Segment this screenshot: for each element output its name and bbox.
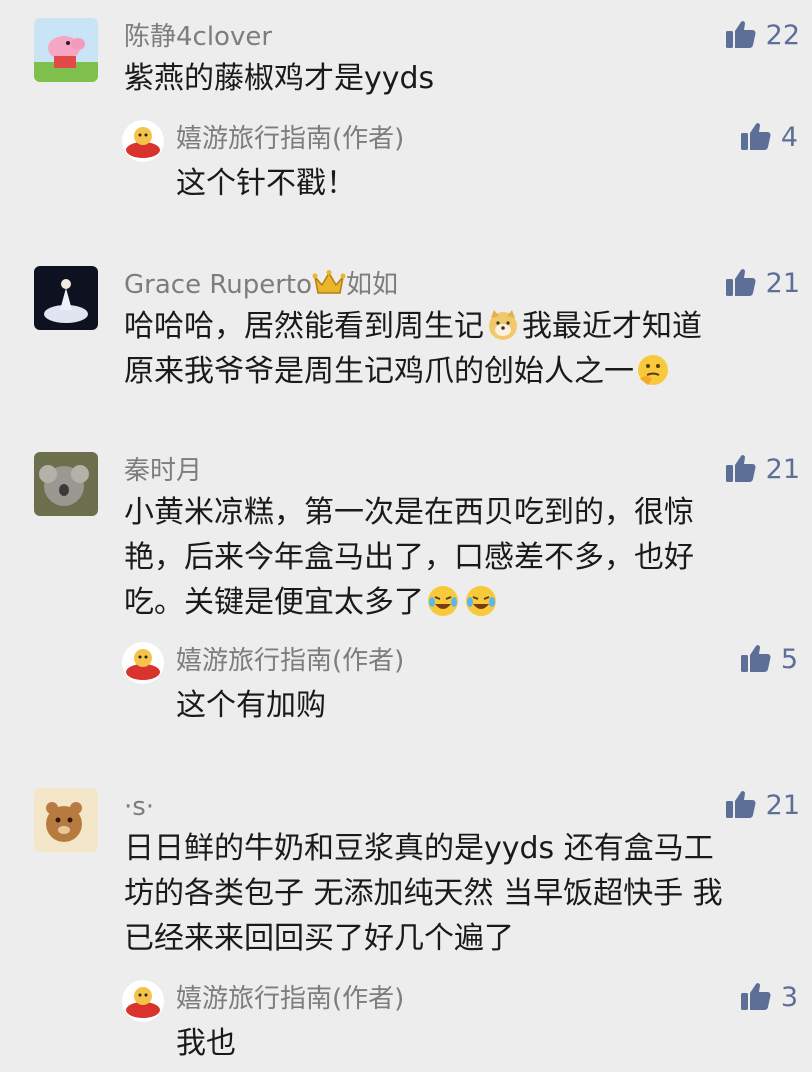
reply-text: 这个针不戳！ bbox=[176, 166, 356, 201]
thumbs-up-icon bbox=[725, 21, 756, 48]
like-count: 21 bbox=[765, 267, 800, 299]
thumbs-up-icon bbox=[725, 269, 756, 296]
commenter-name-prefix: Grace Ruperto bbox=[124, 270, 312, 300]
laughing-crying-emoji-icon bbox=[464, 584, 498, 618]
crown-icon bbox=[312, 269, 346, 297]
reply-author-name[interactable]: 嬉游旅行指南(作者) bbox=[176, 644, 404, 678]
reply-author-name[interactable]: 嬉游旅行指南(作者) bbox=[176, 122, 404, 156]
author-avatar[interactable] bbox=[122, 980, 164, 1022]
like-count: 21 bbox=[765, 789, 800, 821]
comment-text-line: 已经来来回回买了好几个遍了 bbox=[124, 921, 514, 956]
thumbs-up-icon bbox=[740, 983, 771, 1010]
like-button[interactable]: 3 bbox=[740, 980, 798, 1014]
avatar-squirrel[interactable] bbox=[34, 788, 98, 852]
commenter-name[interactable]: ·s· bbox=[124, 790, 154, 824]
commenter-name[interactable]: Grace Ruperto 如如 bbox=[124, 268, 398, 302]
thumbs-up-icon bbox=[740, 123, 771, 150]
author-avatar[interactable] bbox=[122, 120, 164, 162]
thumbs-up-icon bbox=[740, 645, 771, 672]
comment-text-line: 哈哈哈，居然能看到周生记 我最近才知道 bbox=[124, 304, 792, 349]
like-button[interactable]: 21 bbox=[725, 266, 800, 300]
comment-text-line: 吃。关键是便宜太多了 bbox=[124, 580, 792, 625]
like-button[interactable]: 4 bbox=[740, 120, 798, 154]
like-count: 5 bbox=[780, 643, 798, 675]
comment-text-part: 吃。关键是便宜太多了 bbox=[124, 585, 424, 620]
reply-text: 我也 bbox=[176, 1026, 236, 1061]
comment-text-part: 我最近才知道 bbox=[522, 309, 702, 344]
comment-text-line: 日日鲜的牛奶和豆浆真的是yyds 还有盒马工 bbox=[124, 831, 714, 866]
like-button[interactable]: 21 bbox=[725, 452, 800, 486]
comment-text: 紫燕的藤椒鸡才是yyds bbox=[124, 61, 435, 96]
comment-text-line: 坊的各类包子 无添加纯天然 当早饭超快手 我 bbox=[124, 876, 723, 911]
thinking-emoji-icon bbox=[636, 353, 670, 387]
avatar-koala[interactable] bbox=[34, 452, 98, 516]
like-button[interactable]: 5 bbox=[740, 642, 798, 676]
like-count: 3 bbox=[780, 981, 798, 1013]
thumbs-up-icon bbox=[725, 455, 756, 482]
dog-emoji-icon bbox=[486, 308, 520, 342]
thumbs-up-icon bbox=[725, 791, 756, 818]
like-count: 22 bbox=[765, 19, 800, 51]
commenter-name-suffix: 如如 bbox=[346, 270, 399, 300]
like-count: 4 bbox=[780, 121, 798, 153]
like-button[interactable]: 21 bbox=[725, 788, 800, 822]
comment-text-part: 原来我爷爷是周生记鸡爪的创始人之一 bbox=[124, 354, 634, 389]
reply-author-name[interactable]: 嬉游旅行指南(作者) bbox=[176, 982, 404, 1016]
commenter-name[interactable]: 陈静4clover bbox=[124, 20, 272, 54]
comment-text-part: 哈哈哈，居然能看到周生记 bbox=[124, 309, 484, 344]
comment-text: 哈哈哈，居然能看到周生记 我最近才知道 原来我爷爷是周生记鸡爪的创始人之一 bbox=[124, 304, 792, 394]
avatar-dancer[interactable] bbox=[34, 266, 98, 330]
comment-text: 日日鲜的牛奶和豆浆真的是yyds 还有盒马工 坊的各类包子 无添加纯天然 当早饭… bbox=[124, 826, 792, 961]
comment-text-line: 艳，后来今年盒马出了，口感差不多，也好 bbox=[124, 540, 694, 575]
comment-text: 小黄米凉糕，第一次是在西贝吃到的，很惊 艳，后来今年盒马出了，口感差不多，也好 … bbox=[124, 490, 792, 625]
commenter-name[interactable]: 秦时月 bbox=[124, 454, 202, 488]
comment-text-line: 小黄米凉糕，第一次是在西贝吃到的，很惊 bbox=[124, 495, 694, 530]
author-avatar[interactable] bbox=[122, 642, 164, 684]
reply-text: 这个有加购 bbox=[176, 688, 326, 723]
laughing-crying-emoji-icon bbox=[426, 584, 460, 618]
like-count: 21 bbox=[765, 453, 800, 485]
like-button[interactable]: 22 bbox=[725, 18, 800, 52]
comment-text-line: 原来我爷爷是周生记鸡爪的创始人之一 bbox=[124, 349, 792, 394]
avatar-peppa[interactable] bbox=[34, 18, 98, 82]
